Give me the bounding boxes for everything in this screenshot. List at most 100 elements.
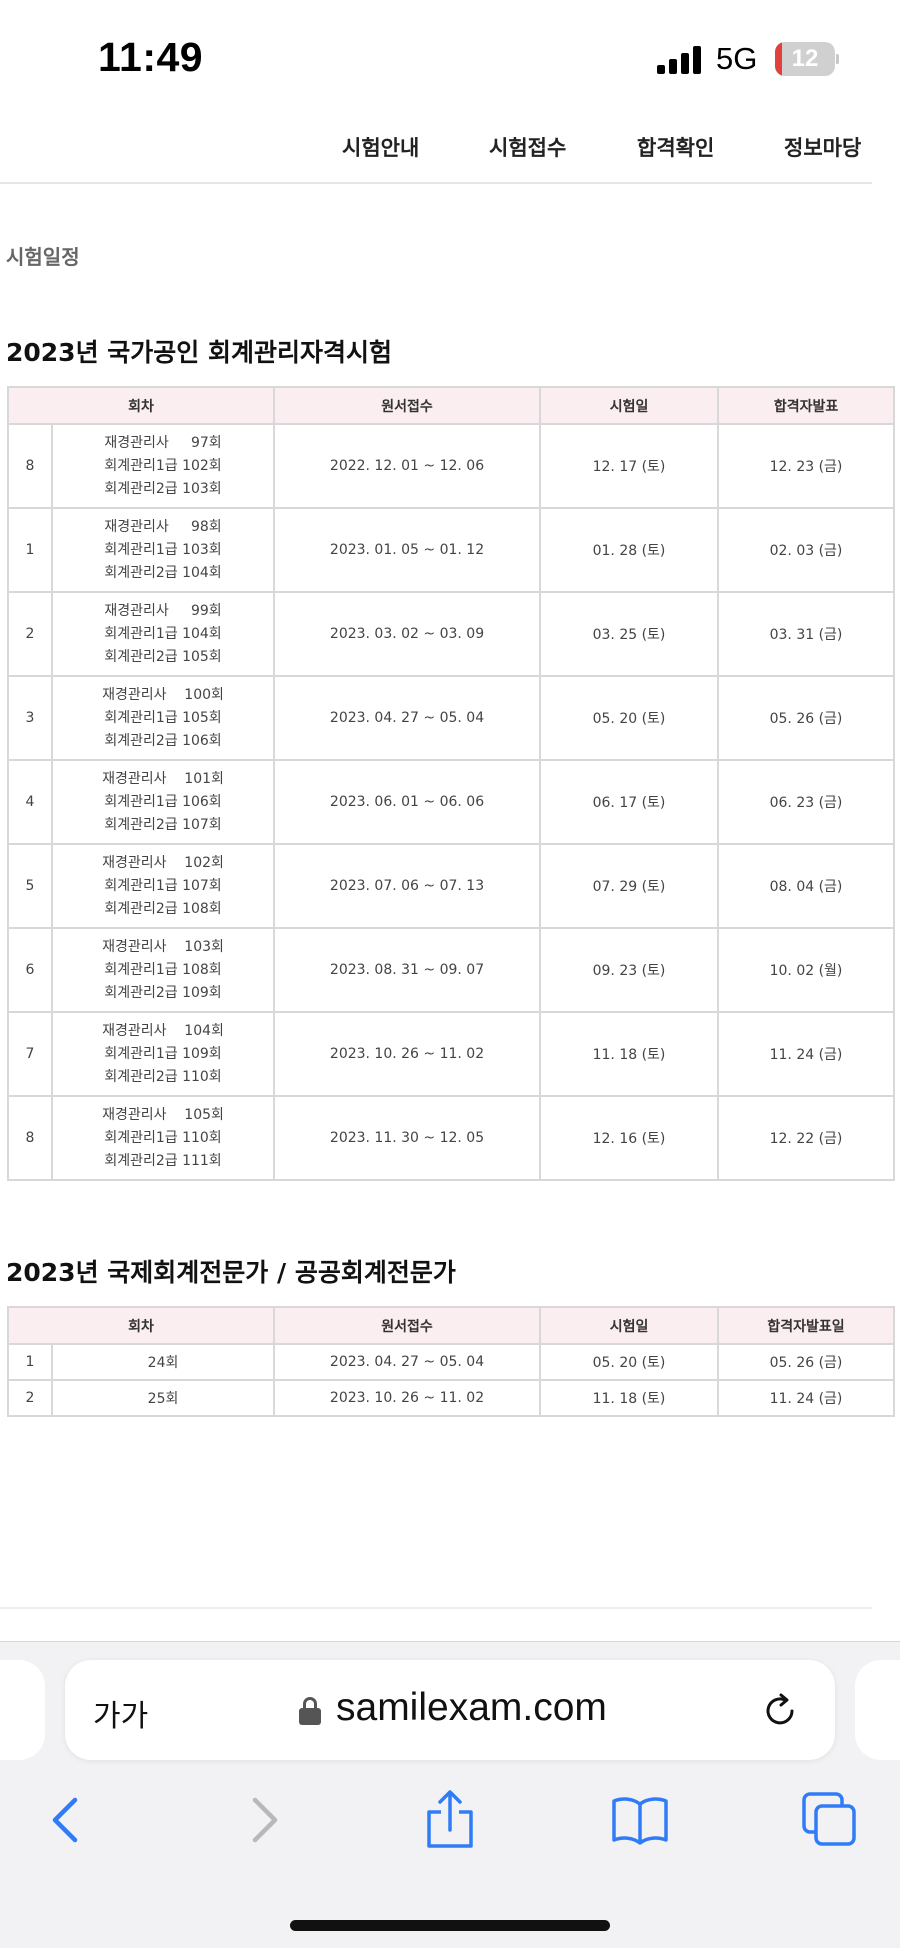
round-line: 회계관리1급 108회 — [104, 961, 222, 978]
header-application: 원서접수 — [273, 386, 542, 425]
round-line: 회계관리1급 109회 — [104, 1045, 222, 1062]
row-number: 1 — [7, 1343, 53, 1381]
announcement-date: 08. 04 (금) — [717, 843, 896, 929]
row-number: 2 — [7, 1379, 53, 1417]
exam-date: 12. 16 (토) — [539, 1095, 720, 1181]
announcement-date: 02. 03 (금) — [717, 507, 896, 593]
table-row: 8 재경관리사 97회 회계관리1급 102회 회계관리2급 103회 2022. 12… — [7, 423, 896, 509]
round-line: 재경관리사 105회 — [102, 1106, 224, 1123]
announcement-date: 11. 24 (금) — [717, 1011, 896, 1097]
announcement-date: 12. 22 (금) — [717, 1095, 896, 1181]
round-cell: 재경관리사 103회회계관리1급 108회회계관리2급 109회 — [50, 927, 276, 1013]
application-period: 2023. 01. 05 ~ 01. 12 — [273, 507, 542, 593]
share-icon[interactable] — [420, 1790, 480, 1850]
round-line: 회계관리2급 110회 — [104, 1068, 222, 1085]
announcement-date: 03. 31 (금) — [717, 591, 896, 677]
round-cell: 재경관리사 102회 회계관리1급 107회 회계관리2급 108회 — [50, 843, 276, 929]
text-size-button[interactable]: 가가 — [93, 1691, 148, 1735]
round-cell: 재경관리사 100회 회계관리1급 105회 회계관리2급 106회 — [50, 675, 276, 761]
announcement-date: 05. 26 (금) — [717, 1343, 896, 1381]
application-period: 2023. 08. 31 ~ 09. 07 — [273, 927, 542, 1013]
round-line: 회계관리2급 104회 — [104, 564, 222, 581]
nav-divider — [0, 182, 872, 184]
application-period: 2022. 12. 01 ~ 12. 06 — [273, 423, 542, 509]
nav-exam-guide[interactable]: 시험안내 — [342, 132, 419, 162]
table-row: 1 재경관리사 98회 회계관리1급 103회 회계관리2급 104회 2023. 01… — [7, 507, 896, 593]
back-icon[interactable] — [38, 1790, 98, 1850]
table-row: 7 재경관리사 104회 회계관리1급 109회 회계관리2급 110회 2023. 1… — [7, 1011, 896, 1097]
header-exam-date: 시험일 — [539, 1306, 720, 1345]
table-row: 2 재경관리사 99회 회계관리1급 104회 회계관리2급 105회 2023. 03… — [7, 591, 896, 677]
application-period: 2023. 10. 26 ~ 11. 02 — [273, 1011, 542, 1097]
round-line: 재경관리사 102회 — [102, 854, 224, 871]
row-number: 6 — [7, 927, 53, 1013]
table-row: 5 재경관리사 102회 회계관리1급 107회 회계관리2급 108회 2023. 0… — [7, 843, 896, 929]
round-cell: 재경관리사 98회 회계관리1급 103회 회계관리2급 104회 — [50, 507, 276, 593]
round-line: 회계관리1급 104회 — [104, 625, 222, 642]
row-number: 2 — [7, 591, 53, 677]
cellular-signal-icon — [657, 46, 703, 74]
previous-tab-peek[interactable] — [0, 1660, 45, 1760]
schedule2-title: 2023년 국제회계전문가 / 공공회계전문가 — [6, 1258, 456, 1287]
round-cell: 재경관리사 104회회계관리1급 109회회계관리2급 110회 — [50, 1011, 276, 1097]
round-line: 회계관리2급 105회 — [104, 648, 222, 665]
status-time: 11:49 — [98, 34, 204, 80]
round-line: 회계관리2급 106회 — [104, 732, 222, 749]
exam-date: 06. 17 (토) — [539, 759, 720, 845]
round-cell: 재경관리사 105회회계관리1급 110회회계관리2급 111회 — [50, 1095, 276, 1181]
status-bar: 11:49 5G 12 — [0, 0, 900, 118]
url-text[interactable]: samilexam.com — [336, 1686, 607, 1730]
application-period: 2023. 07. 06 ~ 07. 13 — [273, 843, 542, 929]
exam-date: 05. 20 (토) — [539, 675, 720, 761]
application-period: 2023. 06. 01 ~ 06. 06 — [273, 759, 542, 845]
exam-date: 05. 20 (토) — [539, 1343, 720, 1381]
intl-schedule-table: 회차 원서접수 시험일 합격자발표일 1 24회 2023. 04. 27 ~ 05… — [6, 1306, 896, 1417]
battery-level-label: 12 — [791, 45, 819, 72]
round-line: 재경관리사 97회 — [104, 434, 222, 451]
tabs-icon[interactable] — [800, 1790, 860, 1850]
home-indicator — [290, 1920, 610, 1931]
announcement-date: 06. 23 (금) — [717, 759, 896, 845]
round-line: 재경관리사 99회 — [104, 602, 222, 619]
application-period: 2023. 11. 30 ~ 12. 05 — [273, 1095, 542, 1181]
breadcrumb: 시험일정 — [6, 245, 80, 269]
nav-exam-registration[interactable]: 시험접수 — [489, 132, 566, 162]
round-line: 회계관리1급 106회 — [104, 793, 222, 810]
forward-icon[interactable] — [232, 1790, 292, 1850]
round-cell: 재경관리사 101회 회계관리1급 106회 회계관리2급 107회 — [50, 759, 276, 845]
announcement-date: 11. 24 (금) — [717, 1379, 896, 1417]
round-line: 재경관리사 98회 — [104, 518, 222, 535]
address-bar[interactable]: 가가 samilexam.com — [65, 1660, 835, 1760]
nav-pass-check[interactable]: 합격확인 — [637, 132, 714, 162]
lock-icon — [299, 1697, 321, 1725]
row-number: 8 — [7, 1095, 53, 1181]
exam-date: 09. 23 (토) — [539, 927, 720, 1013]
browser-toolbar: 가가 samilexam.com — [0, 1641, 900, 1948]
header-application: 원서접수 — [273, 1306, 542, 1345]
site-nav: 시험안내 시험접수 합격확인 정보마당 — [0, 118, 900, 184]
round-line: 회계관리2급 109회 — [104, 984, 222, 1001]
reload-icon[interactable] — [759, 1690, 801, 1732]
round-line: 회계관리2급 111회 — [104, 1152, 222, 1169]
round-line: 재경관리사 101회 — [102, 770, 224, 787]
application-period: 2023. 04. 27 ~ 05. 04 — [273, 675, 542, 761]
exam-date: 11. 18 (토) — [539, 1379, 720, 1417]
round-line: 재경관리사 104회 — [102, 1022, 224, 1039]
announcement-date: 05. 26 (금) — [717, 675, 896, 761]
announcement-date: 12. 23 (금) — [717, 423, 896, 509]
table-row: 1 24회 2023. 04. 27 ~ 05. 04 05. 20 (토) 05. 2… — [7, 1343, 896, 1381]
footer-divider — [0, 1607, 872, 1609]
exam-date: 03. 25 (토) — [539, 591, 720, 677]
table-header-row: 회차 원서접수 시험일 합격자발표 — [6, 386, 896, 425]
header-announcement: 합격자발표일 — [717, 1306, 896, 1345]
bookmarks-icon[interactable] — [610, 1790, 670, 1850]
application-period: 2023. 10. 26 ~ 11. 02 — [273, 1379, 542, 1417]
round-line: 회계관리2급 108회 — [104, 900, 222, 917]
exam-date: 11. 18 (토) — [539, 1011, 720, 1097]
next-tab-peek[interactable] — [855, 1660, 900, 1760]
nav-info[interactable]: 정보마당 — [784, 132, 861, 162]
round-line: 재경관리사 103회 — [102, 938, 224, 955]
round-line: 회계관리1급 102회 — [104, 457, 222, 474]
battery-icon: 12 — [775, 42, 839, 76]
round-line: 회계관리1급 110회 — [104, 1129, 222, 1146]
